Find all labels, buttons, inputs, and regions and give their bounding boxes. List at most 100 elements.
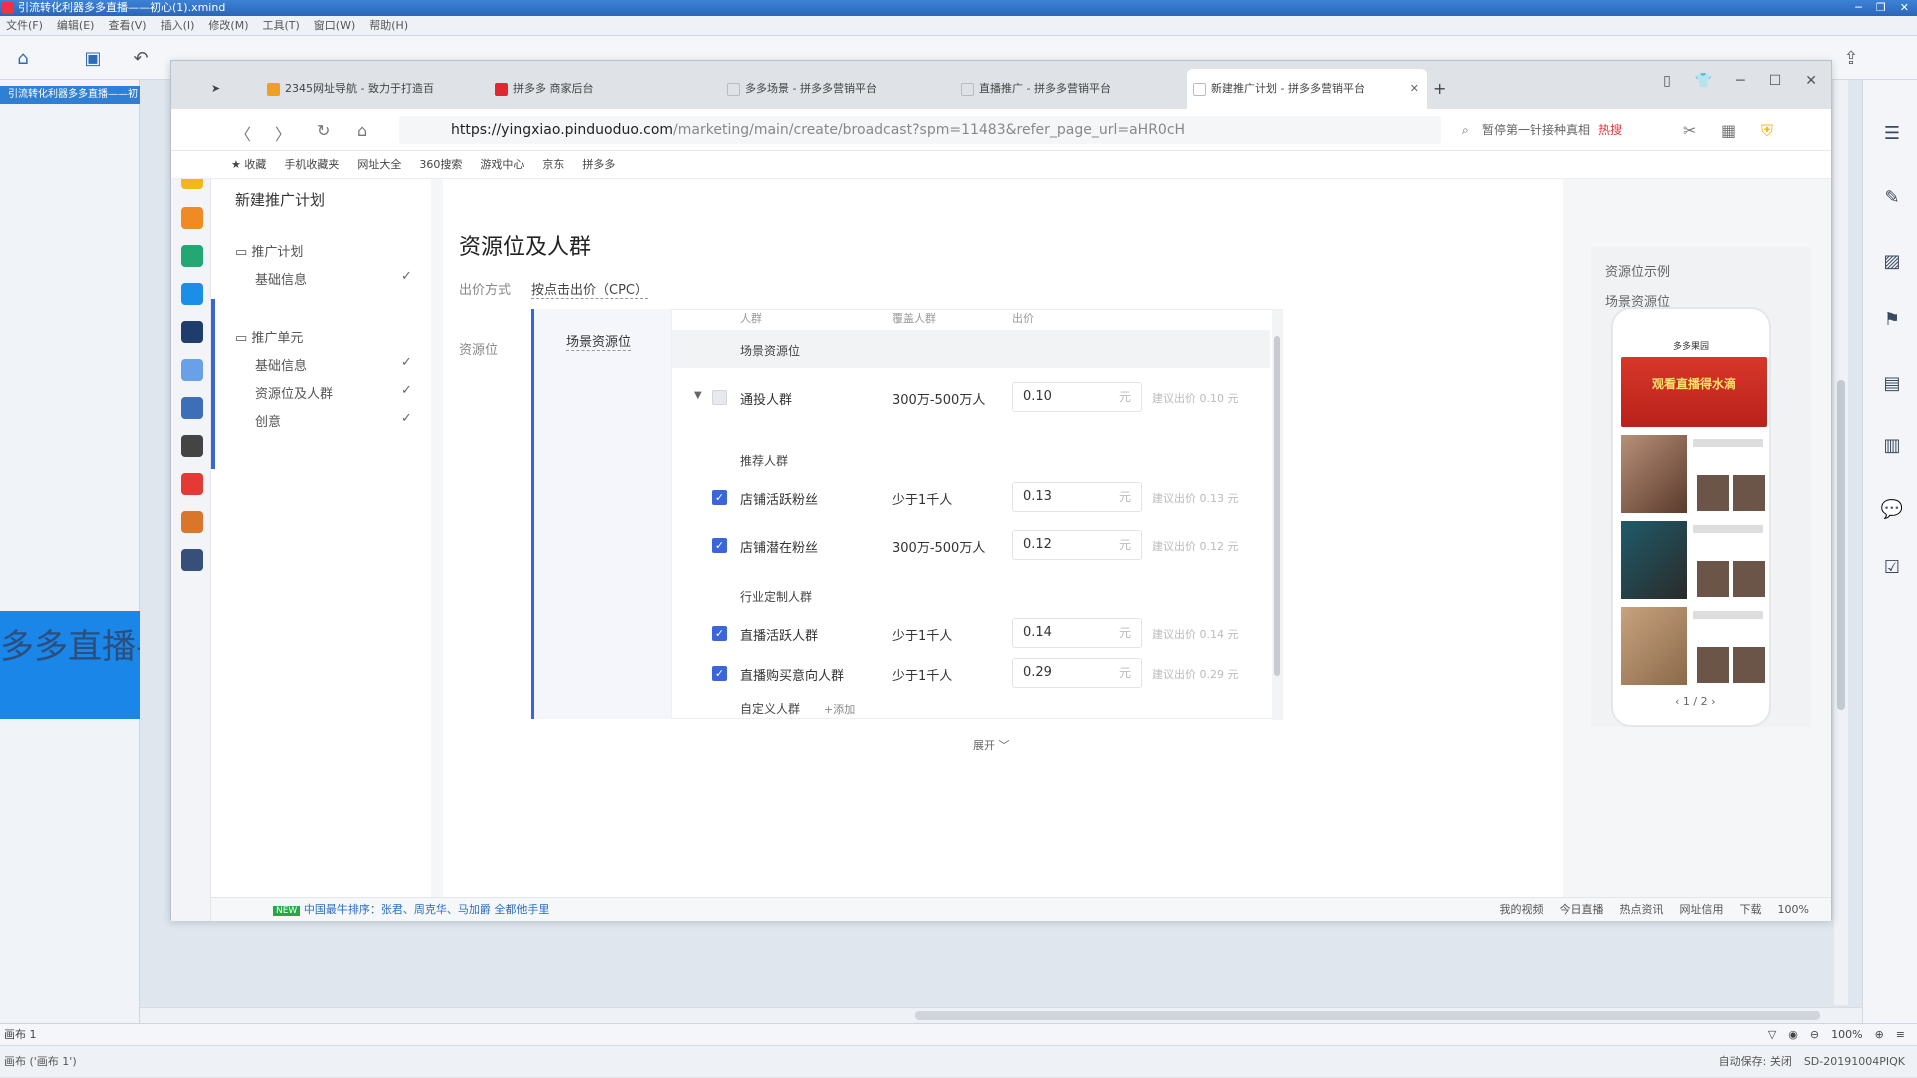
new-tab-button[interactable]: + — [1433, 69, 1463, 109]
comment-icon[interactable]: 💬 — [1881, 498, 1903, 520]
tab-scene[interactable]: 多多场景 - 拼多多营销平台 — [721, 69, 931, 109]
bookmark-360[interactable]: 360搜索 — [419, 151, 462, 178]
weibo-icon[interactable] — [181, 207, 203, 229]
extension-icon[interactable]: ▦ — [1721, 121, 1736, 140]
back-icon[interactable]: 〈 — [235, 121, 251, 145]
row-checkbox[interactable]: ✓ — [712, 538, 727, 553]
tab-close-icon[interactable]: ✕ — [1410, 69, 1419, 109]
restore-icon[interactable]: ❐ — [1876, 0, 1886, 16]
app-panda-icon[interactable] — [181, 435, 203, 457]
download-link[interactable]: 下载 — [1740, 898, 1762, 922]
eye-icon[interactable]: ◉ — [1788, 1024, 1798, 1046]
app-doc-icon[interactable] — [181, 359, 203, 381]
bid-input[interactable]: 0.14 元 — [1012, 618, 1142, 648]
share-icon[interactable]: ⇪ — [1840, 48, 1862, 69]
nav-unit-resources[interactable]: 资源位及人群 — [255, 383, 333, 402]
close-icon[interactable]: ✕ — [1805, 73, 1817, 89]
scissors-icon[interactable]: ✂ — [1683, 121, 1696, 140]
menu-edit[interactable]: 编辑(E) — [57, 16, 95, 35]
filter-icon[interactable]: ▽ — [1768, 1024, 1776, 1046]
status-news-link[interactable]: 中国最牛排序：张君、周克华、马加爵 全都他手里 — [304, 903, 550, 916]
my-video-link[interactable]: 我的视频 — [1500, 898, 1544, 922]
bookmark-mobile[interactable]: 手机收藏夹 — [284, 151, 339, 178]
canvas-horizontal-scrollbar[interactable] — [140, 1007, 1862, 1023]
tab-pdd-merchant[interactable]: 拼多多 商家后台 — [489, 69, 699, 109]
bid-input[interactable]: 0.12 元 — [1012, 530, 1142, 560]
nav-unit-basic[interactable]: 基础信息 — [255, 355, 307, 374]
resource-scene-item[interactable]: 场景资源位 — [566, 331, 632, 351]
home-icon[interactable]: ⌂ — [12, 48, 34, 69]
nav-plan-basic[interactable]: 基础信息 — [255, 269, 307, 288]
notes-icon[interactable]: ▥ — [1881, 434, 1903, 456]
app-red-icon[interactable] — [181, 473, 203, 495]
bid-method-value[interactable]: 按点击出价（CPC） — [531, 279, 648, 299]
close-icon[interactable]: ✕ — [1900, 0, 1909, 16]
menu-tools[interactable]: 工具(T) — [262, 16, 299, 35]
app-orange-icon[interactable] — [181, 511, 203, 533]
menu-modify[interactable]: 修改(M) — [208, 16, 248, 35]
browser-zoom[interactable]: 100% — [1778, 898, 1809, 922]
nav-unit[interactable]: ▭ 推广单元 — [235, 327, 303, 346]
live-link[interactable]: 今日直播 — [1560, 898, 1604, 922]
caret-down-icon[interactable]: ▼ — [694, 390, 702, 401]
sidebar-toggle-icon[interactable]: ▯ — [1663, 73, 1671, 89]
minimize-icon[interactable]: ─ — [1855, 0, 1862, 16]
bookmark-pdd[interactable]: 拼多多 — [582, 151, 615, 178]
search-box[interactable]: ⌕ 暂停第一针接种真相 热搜 — [1458, 116, 1658, 144]
menu-view[interactable]: 查看(V) — [108, 16, 146, 35]
sheet-tab[interactable]: 画布 1 — [4, 1028, 37, 1041]
site-credit-link[interactable]: 网址信用 — [1680, 898, 1724, 922]
save-icon[interactable]: ▣ — [82, 48, 104, 69]
app-blue-icon[interactable] — [181, 549, 203, 571]
add-custom-audience-link[interactable]: +添加 — [824, 701, 855, 717]
preview-pager[interactable]: ‹ 1 / 2 › — [1675, 695, 1716, 708]
nav-unit-creative[interactable]: 创意 — [255, 411, 281, 430]
zoom-in-icon[interactable]: ⊕ — [1875, 1024, 1884, 1046]
mail-icon[interactable] — [181, 245, 203, 267]
table-scrollbar[interactable] — [1272, 310, 1282, 720]
task-icon[interactable]: ☑ — [1881, 556, 1903, 578]
outline-icon[interactable]: ☰ — [1881, 122, 1903, 144]
bookmark-jd[interactable]: 京东 — [542, 151, 564, 178]
shield-icon[interactable]: ⛨ — [1761, 121, 1773, 141]
expand-toggle[interactable]: 展开 ﹀ — [973, 737, 1010, 753]
minimize-icon[interactable]: ─ — [1736, 73, 1744, 89]
bookmark-favorites[interactable]: ★ 收藏 — [231, 151, 266, 178]
hot-news-link[interactable]: 热点资讯 — [1620, 898, 1664, 922]
home-icon[interactable]: ⌂ — [357, 121, 367, 140]
bookmark-games[interactable]: 游戏中心 — [480, 151, 524, 178]
menu-file[interactable]: 文件(F) — [6, 16, 43, 35]
maximize-icon[interactable]: ☐ — [1769, 73, 1782, 89]
tab-live-promo[interactable]: 直播推广 - 拼多多营销平台 — [955, 69, 1165, 109]
row-checkbox[interactable]: ✓ — [712, 626, 727, 641]
format-brush-icon[interactable]: ✎ — [1881, 186, 1903, 208]
bid-input[interactable]: 0.10 元 — [1012, 382, 1142, 412]
image-icon[interactable]: ▨ — [1881, 250, 1903, 272]
row-checkbox[interactable]: ✓ — [712, 490, 727, 505]
menu-help[interactable]: 帮助(H) — [369, 16, 408, 35]
nav-plan[interactable]: ▭ 推广计划 — [235, 241, 303, 260]
app-game-icon[interactable] — [181, 397, 203, 419]
canvas-vertical-scrollbar[interactable] — [1834, 80, 1848, 1005]
xmind-file-tab[interactable]: 引流转化利器多多直播——初 — [0, 86, 140, 104]
undo-icon[interactable]: ↶ — [130, 48, 152, 69]
menu-insert[interactable]: 插入(I) — [161, 16, 195, 35]
skin-icon[interactable]: 👕 — [1695, 73, 1712, 89]
text-icon[interactable]: ▤ — [1881, 372, 1903, 394]
bid-input[interactable]: 0.29 元 — [1012, 658, 1142, 688]
row-checkbox[interactable]: ✓ — [712, 666, 727, 681]
bid-input[interactable]: 0.13 元 — [1012, 482, 1142, 512]
location-icon[interactable]: ➤ — [211, 69, 225, 109]
menu-window[interactable]: 窗口(W) — [314, 16, 355, 35]
fit-icon[interactable]: ≡ — [1896, 1024, 1905, 1046]
central-topic[interactable]: 多多直播——初心 — [0, 611, 140, 719]
marker-flag-icon[interactable]: ⚑ — [1881, 308, 1903, 330]
zoom-out-icon[interactable]: ⊖ — [1810, 1024, 1819, 1046]
row-checkbox[interactable] — [712, 390, 727, 405]
reload-icon[interactable]: ↻ — [317, 121, 330, 140]
tab-2345[interactable]: 2345网址导航 - 致力于打造百 — [261, 69, 471, 109]
bookmark-hao[interactable]: 网址大全 — [357, 151, 401, 178]
forward-icon[interactable]: 〉 — [275, 121, 291, 145]
app-p-icon[interactable] — [181, 283, 203, 305]
tab-new-plan[interactable]: 新建推广计划 - 拼多多营销平台 ✕ — [1187, 69, 1427, 109]
